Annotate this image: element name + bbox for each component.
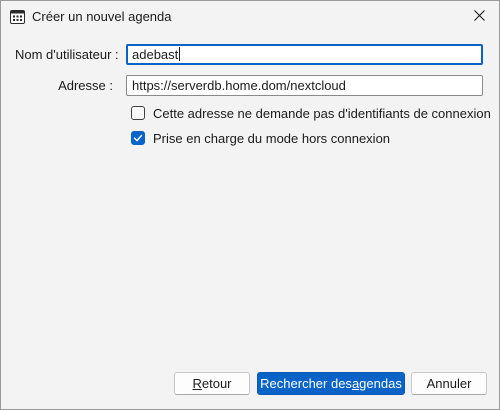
checkmark-icon xyxy=(133,134,143,142)
calendar-icon xyxy=(10,9,25,24)
back-button[interactable]: Retour xyxy=(174,372,250,395)
offline-support-label[interactable]: Prise en charge du mode hors connexion xyxy=(153,131,390,146)
username-field[interactable]: adebast xyxy=(126,44,483,65)
search-label-prefix: Rechercher des xyxy=(260,376,352,391)
window-title: Créer un nouvel agenda xyxy=(32,9,172,24)
address-label: Adresse : xyxy=(58,78,113,93)
cancel-label: Annuler xyxy=(426,376,472,391)
back-label-rest: etour xyxy=(201,376,232,391)
dialog-window: Créer un nouvel agenda Nom d'utilisateur… xyxy=(0,0,500,410)
username-value: adebast xyxy=(132,47,179,62)
cancel-button[interactable]: Annuler xyxy=(411,372,487,395)
close-icon xyxy=(473,9,485,24)
offline-support-checkbox[interactable] xyxy=(131,131,145,145)
search-label-accel: a xyxy=(351,376,360,391)
no-credentials-label[interactable]: Cette adresse ne demande pas d'identifia… xyxy=(153,106,491,121)
search-label-rest: gendas xyxy=(359,376,402,391)
title-bar: Créer un nouvel agenda xyxy=(1,1,499,32)
text-caret xyxy=(179,47,181,61)
no-credentials-checkbox[interactable] xyxy=(131,106,145,120)
search-calendars-button[interactable]: Rechercher des a gendas xyxy=(257,372,405,395)
address-value: https://serverdb.home.dom/nextcloud xyxy=(132,78,346,93)
address-field[interactable]: https://serverdb.home.dom/nextcloud xyxy=(126,75,483,96)
back-label-accel: R xyxy=(192,376,202,391)
username-label: Nom d'utilisateur : xyxy=(15,47,119,62)
close-button[interactable] xyxy=(459,1,499,32)
